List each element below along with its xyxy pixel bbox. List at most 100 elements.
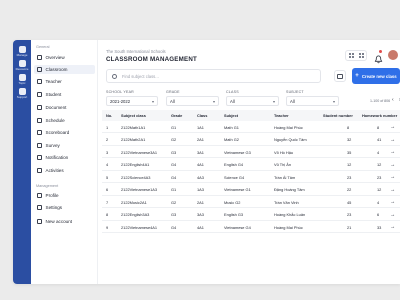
sidebar-item-overview[interactable]: Overview	[34, 53, 95, 62]
cell-grade: G4	[171, 174, 177, 180]
sidebar-item-scoreboard[interactable]: Scoreboard	[34, 128, 95, 137]
school-year-select[interactable]: 2021-2022 ▾	[106, 96, 158, 106]
table-row[interactable]: 1 2122Math1A1 G1 1A1 Math G1 Hoàng Mai Phúc 8 8…	[102, 122, 400, 133]
cell-subject-class: 2122Science4A3	[121, 174, 151, 180]
app-window: Manage Resource Topic Support General Ov…	[13, 40, 400, 284]
table-row[interactable]: 8 2122English3A3 G3 3A3 English G3 Hoàng Khắc…	[102, 210, 400, 221]
arrow-right-icon[interactable]: →	[390, 137, 395, 143]
table-row[interactable]: 7 2122Music2A1 G2 2A1 Music G2 Trần Văn Vinh 4…	[102, 197, 400, 208]
notification-bell[interactable]	[374, 50, 383, 64]
cell-student-number: 21	[347, 224, 352, 230]
school-year-value: 2021-2022	[110, 98, 131, 104]
sidebar-item-profile[interactable]: Profile	[34, 191, 95, 200]
cell-teacher: Nguyễn Quốc Tâm	[274, 137, 307, 142]
cell-grade: G3	[171, 212, 177, 217]
schedule-icon	[37, 118, 42, 123]
profile-icon	[37, 193, 42, 198]
sidebar-item-new-account[interactable]: New account	[34, 217, 95, 226]
arrow-right-icon[interactable]: →	[390, 212, 395, 218]
column-header-teacher: Teacher	[274, 113, 289, 118]
cell-homework-number: 4	[377, 149, 380, 155]
grade-select[interactable]: All ▾	[166, 96, 219, 106]
sidebar-item-schedule[interactable]: Schedule	[34, 116, 95, 125]
table-row[interactable]: 6 2122Vietnamese1A3 G1 1A3 Vietnamese G1 Đặng…	[102, 185, 400, 196]
rail-item-manage[interactable]: Manage	[13, 46, 31, 57]
school-name: The South International Schools	[106, 49, 166, 54]
previous-page-icon[interactable]: ‹	[392, 97, 394, 103]
cell-subject: Vietnamese G3	[224, 149, 251, 155]
column-header-homework-number: Homework number	[362, 113, 398, 118]
column-header-grade: Grade	[171, 113, 183, 118]
create-class-button[interactable]: + Create new class	[352, 68, 400, 84]
sidebar-item-label: Profile	[45, 193, 59, 198]
cell-teacher: Võ Hồ Hậu	[274, 149, 294, 155]
column-header-subject-class: Subject class	[121, 113, 146, 118]
sidebar-item-student[interactable]: Student	[34, 90, 95, 99]
cell-teacher: Hoàng Khắc Luân	[274, 212, 306, 217]
sidebar-item-label: Overview	[45, 55, 65, 60]
search-input[interactable]	[122, 73, 302, 79]
sidebar-item-document[interactable]: Document	[34, 103, 95, 112]
sidebar-item-label: Notification	[45, 155, 69, 160]
sidebar-item-survey[interactable]: Survey	[34, 141, 95, 150]
sidebar-item-classroom[interactable]: Classroom	[34, 65, 95, 74]
rail-item-topic[interactable]: Topic	[13, 74, 31, 85]
cell-class: 4A3	[197, 174, 204, 180]
sidebar-item-activities[interactable]: Activities	[34, 166, 95, 175]
cell-no: 4	[106, 162, 109, 167]
sidebar-item-teacher[interactable]: Teacher	[34, 77, 95, 86]
cell-subject: Math G1	[224, 124, 239, 130]
rail-item-resource[interactable]: Resource	[13, 60, 31, 71]
cell-teacher: Đặng Hoàng Tâm	[274, 187, 305, 192]
document-icon	[37, 105, 42, 110]
scoreboard-icon	[37, 130, 42, 135]
student-icon	[37, 92, 42, 97]
table-row[interactable]: 5 2122Science4A3 G4 4A3 Science G4 Trần Ái Tâ…	[102, 172, 400, 183]
print-button[interactable]	[334, 70, 346, 82]
cell-no: 2	[106, 137, 109, 142]
arrow-right-icon[interactable]: →	[390, 162, 395, 168]
sidebar: General Overview Classroom Teacher Stude…	[31, 40, 98, 284]
subject-select[interactable]: All ▾	[286, 96, 339, 106]
arrow-right-icon[interactable]: →	[390, 149, 395, 155]
sidebar-item-notification[interactable]: Notification	[34, 153, 95, 162]
table-row[interactable]: 9 2122Vietnamese4A1 G4 4A1 Vietnamese G4 Hoàn…	[102, 222, 400, 233]
filter-label-school-year: SCHOOL YEAR	[106, 90, 134, 94]
grid-view-icon[interactable]	[348, 53, 354, 58]
main-content: The South International Schools CLASSROO…	[98, 40, 400, 284]
new-account-icon	[37, 219, 42, 224]
cell-class: 4A1	[197, 224, 204, 230]
cell-student-number: 8	[347, 124, 350, 130]
cell-subject-class: 2122Math2A1	[121, 137, 146, 142]
search-icon	[112, 73, 117, 79]
cell-subject-class: 2122Vietnamese3A1	[121, 149, 158, 155]
cell-grade: G1	[171, 187, 177, 192]
arrow-right-icon[interactable]: →	[390, 124, 395, 130]
chevron-down-icon: ▾	[332, 98, 335, 104]
rail-item-support[interactable]: Support	[13, 88, 31, 99]
column-header-class: Class	[197, 113, 208, 118]
sidebar-item-settings[interactable]: Settings	[34, 203, 95, 212]
arrow-right-icon[interactable]: →	[390, 174, 395, 180]
cell-homework-number: 12	[377, 162, 382, 167]
search-box[interactable]	[106, 69, 321, 83]
arrow-right-icon[interactable]: →	[390, 224, 395, 230]
cell-homework-number: 8	[377, 124, 380, 130]
table-row[interactable]: 2 2122Math2A1 G2 2A1 Math G2 Nguyễn Quốc Tâm 3…	[102, 135, 400, 146]
list-view-icon[interactable]	[358, 53, 364, 58]
arrow-right-icon[interactable]: →	[390, 199, 395, 205]
class-select[interactable]: All ▾	[226, 96, 279, 106]
cell-class: 2A1	[197, 137, 204, 142]
topic-icon	[18, 74, 26, 81]
cell-student-number: 23	[347, 212, 352, 217]
cell-class: 2A1	[197, 199, 204, 205]
table-row[interactable]: 3 2122Vietnamese3A1 G3 3A1 Vietnamese G3 Võ H…	[102, 147, 400, 158]
table-row[interactable]: 4 2122English4A1 G4 4A1 English G4 Vũ Thị Ân 1…	[102, 160, 400, 171]
view-toggle[interactable]	[345, 50, 367, 61]
arrow-right-icon[interactable]: →	[390, 187, 395, 193]
cell-subject: Math G2	[224, 137, 239, 142]
avatar[interactable]	[388, 50, 398, 60]
class-value: All	[230, 98, 235, 104]
cell-grade: G1	[171, 124, 177, 130]
printer-icon	[337, 73, 343, 79]
